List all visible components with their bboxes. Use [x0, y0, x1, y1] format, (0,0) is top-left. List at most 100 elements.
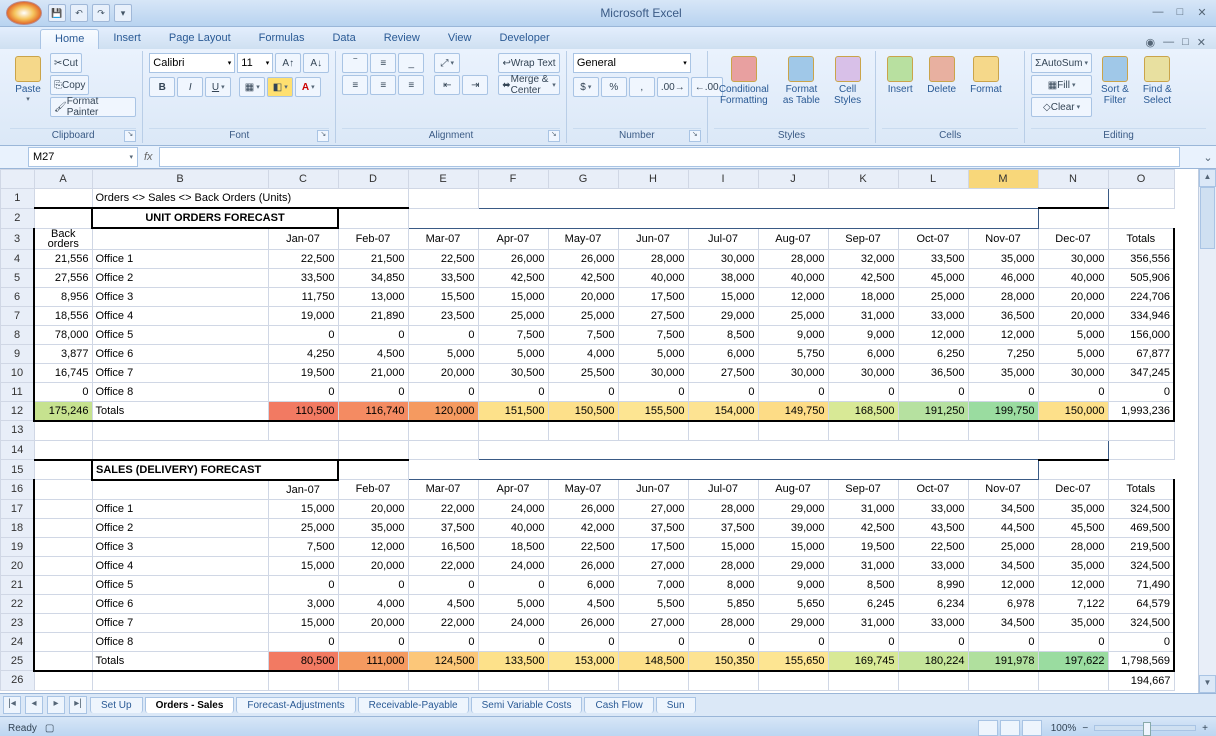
cell[interactable]: 505,906	[1108, 268, 1174, 287]
cell[interactable]	[92, 480, 268, 500]
cell[interactable]: 15,000	[688, 537, 758, 556]
fx-icon[interactable]: fx	[144, 151, 153, 163]
cell[interactable]: 6,234	[898, 594, 968, 613]
cell[interactable]: 12,000	[338, 537, 408, 556]
header-cell[interactable]: 14	[1, 440, 35, 460]
cell[interactable]: 356,556	[1108, 249, 1174, 268]
cell[interactable]: 5,000	[478, 594, 548, 613]
header-cell[interactable]: 9	[1, 344, 35, 363]
cell[interactable]: Office 2	[92, 268, 268, 287]
fill-color-button[interactable]: ◧	[267, 77, 293, 97]
qat-undo-icon[interactable]: ↶	[70, 4, 88, 22]
cell[interactable]: 29,000	[688, 306, 758, 325]
cell[interactable]: 45,000	[898, 268, 968, 287]
cell[interactable]	[478, 421, 548, 441]
cell[interactable]: 34,500	[968, 556, 1038, 575]
cell[interactable]: 324,500	[1108, 556, 1174, 575]
cell[interactable]: 28,000	[968, 287, 1038, 306]
cell[interactable]: 6,000	[828, 344, 898, 363]
cell[interactable]	[618, 421, 688, 441]
cell[interactable]	[338, 440, 408, 460]
cell[interactable]: 12,000	[1038, 575, 1108, 594]
cell[interactable]: 22,000	[408, 556, 478, 575]
cell[interactable]: 24,000	[478, 499, 548, 518]
header-cell[interactable]: 16	[1, 480, 35, 500]
cell[interactable]: 7,122	[1038, 594, 1108, 613]
cell[interactable]: 1,798,569	[1108, 651, 1174, 671]
cell[interactable]: 22,500	[268, 249, 338, 268]
align-bottom-button[interactable]: _	[398, 53, 424, 73]
cell[interactable]: 35,000	[1038, 613, 1108, 632]
cell[interactable]: 150,000	[1038, 401, 1108, 421]
header-cell[interactable]: D	[338, 170, 408, 189]
cell[interactable]	[34, 208, 92, 228]
bold-button[interactable]: B	[149, 77, 175, 97]
cell[interactable]	[1108, 440, 1174, 460]
cell[interactable]	[34, 518, 92, 537]
cell[interactable]: 27,500	[618, 306, 688, 325]
cell[interactable]	[34, 556, 92, 575]
cell[interactable]: 42,500	[548, 268, 618, 287]
cell[interactable]: 7,000	[618, 575, 688, 594]
percent-button[interactable]: %	[601, 77, 627, 97]
conditional-formatting-button[interactable]: Conditional Formatting	[714, 53, 774, 109]
header-cell[interactable]: J	[758, 170, 828, 189]
cell[interactable]: Jun-07	[618, 228, 688, 249]
cell[interactable]: 16,500	[408, 537, 478, 556]
cell[interactable]: 32,000	[828, 249, 898, 268]
cell[interactable]: 150,500	[548, 401, 618, 421]
cell[interactable]: 12,000	[898, 325, 968, 344]
cell[interactable]: 30,000	[1038, 363, 1108, 382]
cell[interactable]: 35,000	[1038, 499, 1108, 518]
cell[interactable]: Mar-07	[408, 228, 478, 249]
increase-decimal-button[interactable]: .00→	[657, 77, 689, 97]
cell[interactable]: 78,000	[34, 325, 92, 344]
cell[interactable]: 0	[828, 382, 898, 401]
cell[interactable]: Dec-07	[1038, 228, 1108, 249]
cell[interactable]: 0	[688, 632, 758, 651]
format-cells-button[interactable]: Format	[965, 53, 1007, 98]
cell[interactable]: 0	[898, 632, 968, 651]
header-cell[interactable]: 20	[1, 556, 35, 575]
cell[interactable]	[548, 421, 618, 441]
cell[interactable]	[34, 537, 92, 556]
cell[interactable]: 5,750	[758, 344, 828, 363]
font-color-button[interactable]: A	[295, 77, 321, 97]
cell[interactable]: 0	[758, 632, 828, 651]
cell[interactable]: 33,500	[268, 268, 338, 287]
cell[interactable]: Office 7	[92, 613, 268, 632]
cell[interactable]: 5,000	[478, 344, 548, 363]
cell[interactable]: 21,000	[338, 363, 408, 382]
cell[interactable]: 5,850	[688, 594, 758, 613]
cell[interactable]: 33,500	[898, 249, 968, 268]
cell[interactable]: 35,000	[338, 518, 408, 537]
cell[interactable]: 80,500	[268, 651, 338, 671]
decrease-indent-button[interactable]: ⇤	[434, 75, 460, 95]
cell[interactable]: 8,990	[898, 575, 968, 594]
header-cell[interactable]: N	[1038, 170, 1108, 189]
fill-button[interactable]: ▦ Fill	[1031, 75, 1092, 95]
cell[interactable]: 22,500	[408, 249, 478, 268]
cell[interactable]: 0	[548, 632, 618, 651]
tab-home[interactable]: Home	[40, 29, 99, 49]
cell[interactable]: 71,490	[1108, 575, 1174, 594]
cell[interactable]: Totals	[1108, 480, 1174, 500]
cell[interactable]	[1038, 671, 1108, 691]
cell[interactable]: 7,500	[548, 325, 618, 344]
cell[interactable]: Orders <> Sales <> Back Orders (Units)	[92, 189, 408, 209]
cell[interactable]: 22,000	[408, 613, 478, 632]
cell[interactable]: 40,000	[618, 268, 688, 287]
header-cell[interactable]: 24	[1, 632, 35, 651]
header-cell[interactable]: A	[34, 170, 92, 189]
increase-indent-button[interactable]: ⇥	[462, 75, 488, 95]
header-cell[interactable]: O	[1108, 170, 1174, 189]
cell[interactable]: 0	[898, 382, 968, 401]
cell[interactable]: Jan-07	[268, 480, 338, 500]
header-cell[interactable]: K	[828, 170, 898, 189]
cell[interactable]	[268, 671, 338, 691]
cell[interactable]: 149,750	[758, 401, 828, 421]
cell[interactable]: 0	[408, 325, 478, 344]
cell[interactable]: Office 4	[92, 306, 268, 325]
clear-button[interactable]: ◇ Clear	[1031, 97, 1092, 117]
cell[interactable]: 180,224	[898, 651, 968, 671]
